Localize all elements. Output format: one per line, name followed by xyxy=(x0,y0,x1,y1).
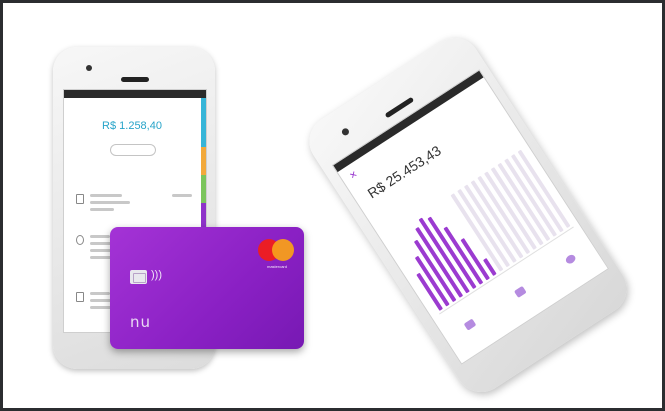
list-item xyxy=(90,194,122,197)
phone-right: ✕ R$ 25.453,43 xyxy=(299,27,637,403)
close-icon: ✕ xyxy=(347,168,360,182)
nu-logo: nu xyxy=(130,313,152,331)
document-icon xyxy=(76,292,84,302)
mastercard-wordmark: mastercard xyxy=(266,264,287,269)
list-item xyxy=(90,292,110,295)
refresh-icon xyxy=(564,253,578,266)
list-item xyxy=(90,235,110,238)
contactless-icon: ))) xyxy=(151,269,162,281)
front-camera xyxy=(340,126,351,137)
list-item xyxy=(90,201,130,204)
front-camera xyxy=(86,65,92,71)
mastercard-logo xyxy=(258,239,294,261)
mastercard-yellow-circle xyxy=(272,239,294,261)
receipt-icon xyxy=(76,194,84,204)
status-bar xyxy=(333,70,484,173)
chip-icon xyxy=(130,270,147,284)
image-frame: R$ 1.258,40 mastercard ))) nu ✕ R$ 25.45… xyxy=(0,0,665,411)
list-item xyxy=(172,194,192,197)
action-button-1 xyxy=(451,310,491,341)
list-item xyxy=(90,208,114,211)
credit-card: mastercard ))) nu xyxy=(110,227,304,349)
balance-pill-button xyxy=(110,144,156,156)
earpiece xyxy=(121,77,149,82)
action-button-2 xyxy=(501,278,541,309)
list-item xyxy=(90,306,112,309)
card-icon xyxy=(513,285,527,298)
wallet-icon xyxy=(463,318,477,331)
phone-right-screen: ✕ R$ 25.453,43 xyxy=(331,69,610,365)
action-button-3 xyxy=(552,245,592,276)
color-sidebar xyxy=(201,98,206,238)
coin-icon xyxy=(76,235,84,245)
status-bar xyxy=(64,90,206,98)
account-balance: R$ 1.258,40 xyxy=(102,120,162,132)
